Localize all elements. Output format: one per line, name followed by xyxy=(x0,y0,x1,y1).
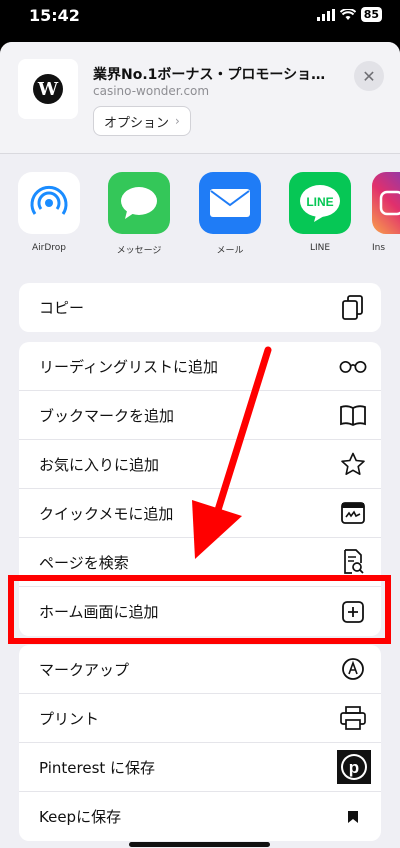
svg-text:p: p xyxy=(349,758,359,777)
printer-icon xyxy=(339,704,367,732)
share-app-airdrop[interactable]: AirDrop xyxy=(11,172,87,253)
site-logo: W xyxy=(33,74,63,104)
quick-note-icon xyxy=(339,499,367,527)
annotation-highlight-box xyxy=(8,575,391,644)
close-icon: ✕ xyxy=(362,66,376,86)
chevron-right-icon: › xyxy=(175,114,180,128)
glasses-icon xyxy=(339,352,367,380)
mail-icon xyxy=(199,172,261,234)
keep-bookmark-icon xyxy=(339,803,367,831)
copy-icon xyxy=(339,294,367,322)
wifi-icon xyxy=(339,8,356,20)
share-header: W 業界No.1ボーナス・プロモーショ… casino-wonder.com オ… xyxy=(0,42,400,154)
action-reading-list[interactable]: リーディングリストに追加 xyxy=(19,342,381,391)
action-copy[interactable]: コピー xyxy=(19,283,381,332)
action-label: コピー xyxy=(39,299,85,317)
action-label: マークアップ xyxy=(39,660,130,679)
action-markup[interactable]: マークアップ xyxy=(19,645,381,694)
status-time: 15:42 xyxy=(29,6,80,25)
messages-icon xyxy=(108,172,170,234)
share-app-mail[interactable]: メール xyxy=(192,172,268,256)
markup-icon xyxy=(339,655,367,683)
action-quick-note[interactable]: クイックメモに追加 xyxy=(19,489,381,538)
action-group-copy: コピー xyxy=(19,283,381,332)
instagram-icon xyxy=(372,172,400,234)
status-bar: 15:42 85 xyxy=(0,0,400,42)
find-page-icon xyxy=(339,548,367,576)
share-app-label: メッセージ xyxy=(116,246,162,256)
action-label: プリント xyxy=(39,709,100,728)
action-group-extensions: マークアップ プリント Pinterest に保存 p Keepに保存 xyxy=(19,645,381,841)
action-label: Pinterest に保存 xyxy=(39,758,156,777)
svg-text:LINE: LINE xyxy=(306,195,333,209)
pinterest-icon: p xyxy=(337,750,371,784)
share-app-label: AirDrop xyxy=(31,243,66,253)
action-print[interactable]: プリント xyxy=(19,694,381,743)
home-indicator xyxy=(129,842,270,847)
share-app-label: メール xyxy=(216,246,244,256)
action-save-pinterest[interactable]: Pinterest に保存 p xyxy=(19,743,381,792)
star-icon xyxy=(339,450,367,478)
share-app-label: Ins xyxy=(372,243,386,253)
action-add-bookmark[interactable]: ブックマークを追加 xyxy=(19,391,381,440)
page-url: casino-wonder.com xyxy=(93,84,210,98)
action-label: ページを検索 xyxy=(39,553,129,572)
action-label: Keepに保存 xyxy=(39,808,122,826)
share-app-line[interactable]: LINE LINE xyxy=(282,172,358,253)
signal-icon xyxy=(316,8,335,21)
share-sheet: W 業界No.1ボーナス・プロモーショ… casino-wonder.com オ… xyxy=(0,42,400,848)
close-button[interactable]: ✕ xyxy=(354,61,384,91)
battery-icon: 85 xyxy=(360,7,382,22)
share-app-instagram[interactable]: Ins xyxy=(372,172,400,253)
share-app-label: LINE xyxy=(309,243,331,253)
site-thumbnail: W xyxy=(18,59,78,119)
action-add-favorite[interactable]: お気に入りに追加 xyxy=(19,440,381,489)
action-label: リーディングリストに追加 xyxy=(39,357,218,376)
share-apps-row: AirDrop メッセージ メール LINE LINE Ins xyxy=(0,172,400,272)
options-button[interactable]: オプション › xyxy=(93,106,191,136)
options-label: オプション xyxy=(104,115,170,131)
action-label: ブックマークを追加 xyxy=(39,406,175,425)
action-label: クイックメモに追加 xyxy=(39,504,174,523)
book-icon xyxy=(339,401,367,429)
airdrop-icon xyxy=(18,172,80,234)
share-app-messages[interactable]: メッセージ xyxy=(101,172,177,256)
action-save-keep[interactable]: Keepに保存 xyxy=(19,792,381,841)
status-icons: 85 xyxy=(316,7,382,22)
page-title: 業界No.1ボーナス・プロモーショ… xyxy=(93,67,326,83)
line-icon: LINE xyxy=(289,172,351,234)
action-label: お気に入りに追加 xyxy=(39,455,160,474)
